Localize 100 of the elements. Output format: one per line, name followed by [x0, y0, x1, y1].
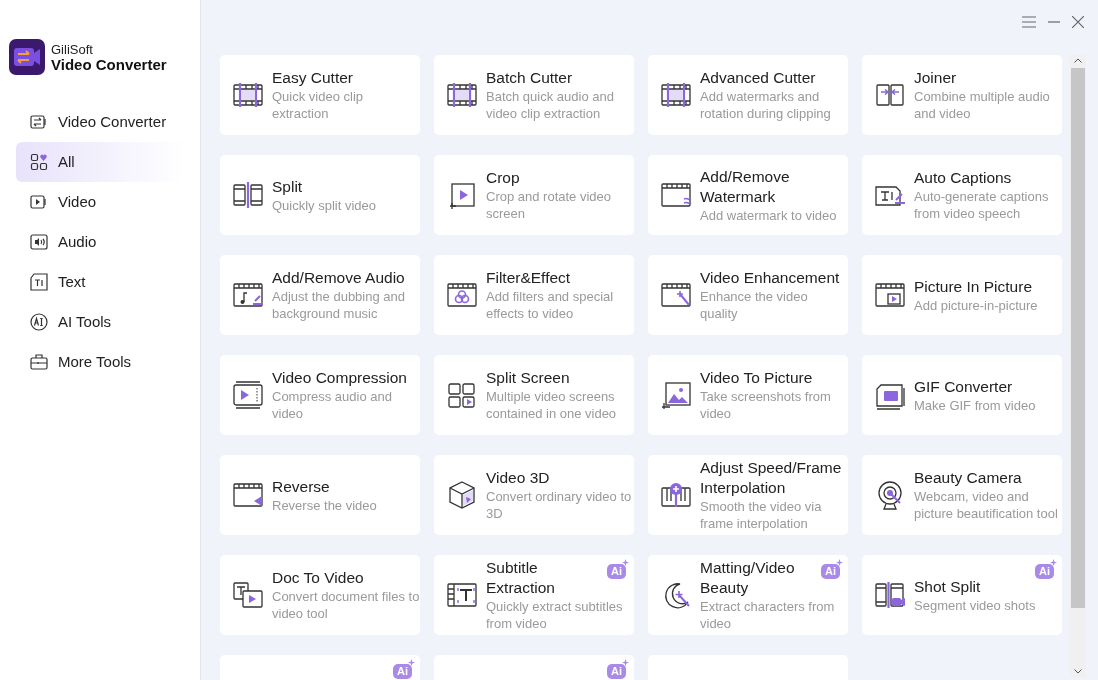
cube-icon — [446, 479, 478, 511]
tool-card[interactable]: Picture In Picture Add picture-in-picture — [862, 255, 1062, 335]
split-frames-icon — [232, 179, 264, 211]
tool-description: Make GIF from video — [914, 396, 1036, 414]
sidebar-item[interactable]: Video Converter — [16, 102, 186, 142]
tool-title: Batch Cutter — [486, 68, 573, 88]
close-icon[interactable] — [1072, 16, 1084, 28]
tool-description: Add picture-in-picture — [914, 296, 1038, 314]
tool-description: Reverse the video — [272, 496, 377, 514]
tool-card[interactable]: Beauty Camera Webcam, video and picture beautification tool — [862, 455, 1062, 535]
tool-title: Video Enhancement — [700, 268, 840, 288]
tool-title: Matting/Video Beauty — [700, 558, 796, 598]
tool-card[interactable]: Filter&Effect Add filters and special effects to video — [434, 255, 634, 335]
tool-title: Subtitle Extraction — [486, 558, 556, 598]
tool-description: Quickly split video — [272, 196, 377, 214]
tool-description: Crop and rotate video screen — [486, 188, 613, 222]
tool-card[interactable]: Advanced Cutter Add watermarks and rotation during clipping — [648, 55, 848, 135]
menu-icon[interactable] — [1022, 16, 1036, 28]
tool-card[interactable]: Doc To Video Convert document files to video tool — [220, 555, 420, 635]
tool-card[interactable]: Easy Cutter Quick video clip extraction — [220, 55, 420, 135]
play-icon — [30, 193, 48, 211]
tool-description: Batch quick audio and video clip extraction — [486, 88, 615, 122]
tool-title: Split Screen — [486, 368, 570, 388]
text-icon — [30, 273, 48, 291]
tool-description: Convert ordinary video to 3D — [486, 488, 633, 522]
brand-name: GiliSoft — [51, 42, 94, 57]
tool-card[interactable]: Shot Split Segment video shots Ai — [862, 555, 1062, 635]
toolbox-icon — [30, 353, 48, 371]
scroll-up-icon[interactable] — [1074, 58, 1082, 63]
tool-title: Video Compression — [272, 368, 407, 388]
tool-title: GIF Converter — [914, 376, 1013, 397]
tool-description: Compress audio and video — [272, 388, 393, 422]
tool-description: Take screenshots from video — [700, 388, 832, 422]
sidebar-item[interactable]: Video — [16, 182, 186, 222]
ai-badge: Ai — [1035, 564, 1054, 579]
product-name: Video Converter — [51, 57, 167, 72]
tool-description: Quickly extract subtitles from video — [486, 598, 624, 632]
sparkle-icon — [622, 659, 629, 666]
tool-card[interactable]: Subtitle Extraction Quickly extract subtitles from video Ai — [434, 555, 634, 635]
shot-split-icon — [874, 579, 906, 611]
tool-description: Smooth the video via frame interpolation — [700, 498, 823, 532]
tool-card[interactable]: Auto Captions Auto-generate captions from video speech — [862, 155, 1062, 235]
tool-title: Video To Picture — [700, 368, 813, 388]
tool-title: Video 3D — [486, 468, 550, 488]
sidebar-item[interactable]: Audio — [16, 222, 186, 262]
scrollbar[interactable] — [1070, 55, 1086, 678]
tool-description: Add watermarks and rotation during clipping — [700, 88, 832, 122]
compress-icon — [232, 379, 264, 411]
tool-card[interactable]: Add/Remove Watermark Add watermark to video — [648, 155, 848, 235]
tool-card[interactable]: Crop Crop and rotate video screen — [434, 155, 634, 235]
sparkle-icon — [836, 559, 843, 566]
tool-title: Advanced Cutter — [700, 68, 816, 88]
tool-title: Doc To Video — [272, 568, 364, 588]
tool-title: Adjust Speed/Frame Interpolation — [700, 458, 843, 498]
ai-badge: Ai — [393, 664, 412, 679]
tool-title: Add/Remove Audio — [272, 268, 405, 288]
ai-badge: Ai — [607, 564, 626, 579]
tool-title: Filter&Effect — [486, 268, 571, 288]
sidebar-item[interactable]: Text — [16, 262, 186, 302]
tool-card[interactable]: Video Compression Compress audio and video — [220, 355, 420, 435]
ai-badge: Ai — [607, 664, 626, 679]
tool-card[interactable]: Reverse Reverse the video — [220, 455, 420, 535]
tool-card[interactable]: Adjust Speed/Frame Interpolation Smooth the video via frame interpolation — [648, 455, 848, 535]
grid-icon — [30, 153, 48, 171]
scroll-down-icon[interactable] — [1074, 669, 1082, 674]
tool-title: Beauty Camera — [914, 468, 1022, 488]
sidebar-item[interactable]: AI Tools — [16, 302, 186, 342]
sparkle-icon — [1050, 559, 1057, 566]
tool-card[interactable]: GIF Converter Make GIF from video — [862, 355, 1062, 435]
tool-card[interactable]: Split Screen Multiple video screens contained in one video — [434, 355, 634, 435]
tool-card[interactable]: Split Quickly split video — [220, 155, 420, 235]
tool-description: Auto-generate captions from video speech — [914, 188, 1050, 222]
converter-icon — [30, 113, 48, 131]
sparkle-icon — [622, 559, 629, 566]
tool-title: Easy Cutter — [272, 68, 353, 88]
tool-description: Combine multiple audio and video — [914, 88, 1051, 122]
tool-card[interactable]: Matting/Video Beauty Extract characters from video Ai — [648, 555, 848, 635]
ai-circle-icon — [30, 313, 48, 331]
tool-card[interactable]: Joiner Combine multiple audio and video — [862, 55, 1062, 135]
tool-card[interactable]: Video Enhancement Enhance the video quality — [648, 255, 848, 335]
app-logo-icon — [9, 39, 45, 75]
picture-icon — [660, 379, 692, 411]
tool-card[interactable]: Batch Cutter Batch quick audio and video clip extraction — [434, 55, 634, 135]
tool-card[interactable]: Video To Picture Take screenshots from video — [648, 355, 848, 435]
sidebar-item[interactable]: More Tools — [16, 342, 186, 382]
speaker-icon — [30, 233, 48, 251]
scrollbar-thumb[interactable] — [1071, 68, 1085, 608]
doc-video-icon — [232, 579, 264, 611]
tool-description: Webcam, video and picture beautification tool — [914, 488, 1059, 522]
tool-card[interactable]: Video 3D Convert ordinary video to 3D — [434, 455, 634, 535]
tool-description: Segment video shots — [914, 596, 1036, 614]
tool-title: Auto Captions — [914, 168, 1012, 188]
tool-description: Extract characters from video — [700, 598, 836, 632]
tool-title: Add/Remove Watermark — [700, 166, 791, 207]
tool-card[interactable]: Add/Remove Audio Adjust the dubbing and background music — [220, 255, 420, 335]
tool-description: Adjust the dubbing and background music — [272, 288, 406, 322]
tool-title: Joiner — [914, 68, 957, 88]
tool-title: Crop — [486, 168, 520, 188]
tool-description: Convert document files to video tool — [272, 588, 420, 622]
tool-title: Shot Split — [914, 576, 981, 597]
